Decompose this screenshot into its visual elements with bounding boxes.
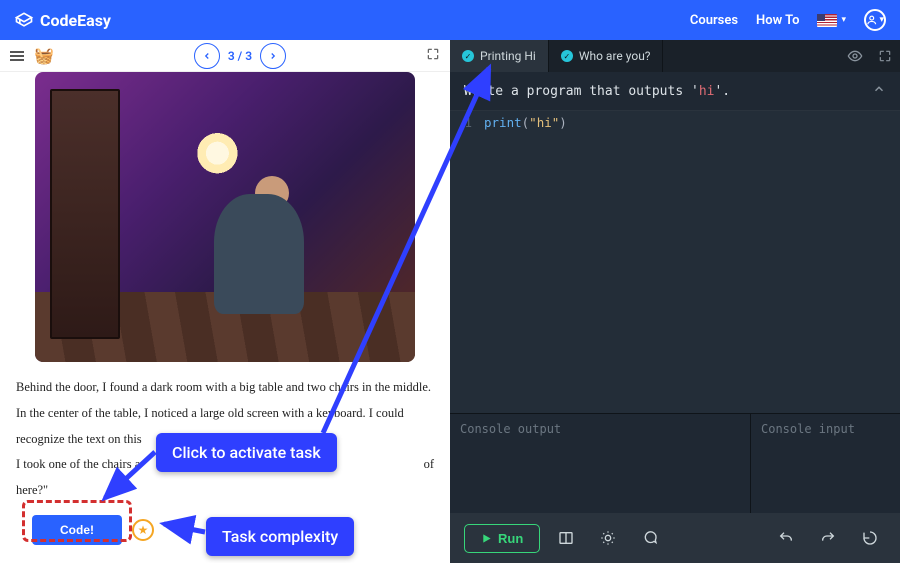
editor-toolbar: Run — [450, 513, 900, 563]
sun-icon — [600, 530, 616, 546]
fullscreen-button[interactable] — [426, 46, 440, 65]
flag-us-icon — [817, 14, 837, 27]
check-icon: ✓ — [561, 50, 573, 62]
task-tabs: ✓ Printing Hi ✓ Who are you? — [450, 40, 900, 72]
redo-icon — [820, 530, 836, 546]
columns-icon — [558, 530, 574, 546]
story-line: I took one of the chairs a — [16, 457, 140, 471]
run-button[interactable]: Run — [464, 524, 540, 553]
line-gutter: 1 — [450, 111, 480, 413]
run-label: Run — [498, 531, 523, 546]
console-row: Console output Console input — [450, 413, 900, 513]
basket-icon[interactable]: 🧺 — [34, 46, 54, 65]
layout-button[interactable] — [550, 522, 582, 554]
instruction-text: Write a program that outputs — [464, 84, 691, 99]
undo-icon — [778, 530, 794, 546]
reset-button[interactable] — [854, 522, 886, 554]
chevron-left-icon — [202, 51, 212, 61]
console-input[interactable]: Console input — [750, 414, 900, 513]
user-icon — [866, 14, 877, 26]
code-area[interactable]: print("hi") — [480, 111, 900, 413]
next-page-button[interactable] — [260, 43, 286, 69]
main-split: 🧺 3 / 3 Behind the door, I found a dark … — [0, 40, 900, 563]
expand-icon — [426, 47, 440, 61]
story-line: here?" — [16, 479, 434, 503]
difficulty-badge[interactable]: ★ — [132, 519, 154, 541]
logo-icon — [14, 10, 34, 30]
chevron-down-icon: ▾ — [879, 15, 884, 25]
annotation-callout-complexity: Task complexity — [206, 517, 354, 556]
expand-icon — [878, 49, 892, 63]
nav-howto[interactable]: How To — [756, 13, 799, 28]
top-nav: CodeEasy Courses How To ▾ ▾ — [0, 0, 900, 40]
code-editor[interactable]: 1 print("hi") — [450, 111, 900, 413]
console-input-label: Console input — [761, 422, 855, 436]
code-panel: ✓ Printing Hi ✓ Who are you? Write a pro… — [450, 40, 900, 563]
story-toolbar: 🧺 3 / 3 — [0, 40, 450, 72]
refresh-icon — [862, 530, 878, 546]
story-line: of — [424, 453, 434, 477]
console-output: Console output — [450, 414, 750, 513]
play-icon — [481, 533, 492, 544]
brand[interactable]: CodeEasy — [14, 10, 111, 30]
story-line: recognize the text on this — [16, 432, 142, 446]
account-menu[interactable]: ▾ — [864, 9, 886, 31]
page-indicator: 3 / 3 — [228, 49, 252, 63]
eye-icon — [847, 48, 863, 64]
menu-button[interactable] — [10, 49, 24, 63]
theme-button[interactable] — [592, 522, 624, 554]
story-line: In the center of the table, I noticed a … — [16, 402, 434, 426]
chevron-right-icon — [268, 51, 278, 61]
story-panel: 🧺 3 / 3 Behind the door, I found a dark … — [0, 40, 450, 563]
nav-courses[interactable]: Courses — [690, 13, 738, 28]
story-line: Behind the door, I found a dark room wit… — [16, 376, 434, 400]
annotation-callout-activate: Click to activate task — [156, 433, 337, 472]
prev-page-button[interactable] — [194, 43, 220, 69]
tab-printing-hi[interactable]: ✓ Printing Hi — [450, 40, 549, 72]
chat-button[interactable] — [634, 522, 666, 554]
tab-who-are-you[interactable]: ✓ Who are you? — [549, 40, 664, 72]
language-selector[interactable]: ▾ — [817, 14, 846, 27]
check-icon: ✓ — [462, 50, 474, 62]
console-output-label: Console output — [460, 422, 561, 436]
story-illustration — [35, 72, 415, 362]
brand-text: CodeEasy — [40, 11, 111, 30]
tab-label: Who are you? — [579, 49, 651, 63]
tab-label: Printing Hi — [480, 49, 536, 63]
collapse-instruction-button[interactable] — [872, 82, 886, 100]
redo-button[interactable] — [812, 522, 844, 554]
visibility-button[interactable] — [840, 40, 870, 72]
story-content: Behind the door, I found a dark room wit… — [0, 72, 450, 563]
instruction-literal: hi — [699, 84, 715, 99]
chevron-up-icon — [872, 82, 886, 96]
undo-button[interactable] — [770, 522, 802, 554]
task-instruction: Write a program that outputs 'hi'. — [450, 72, 900, 111]
chevron-down-icon: ▾ — [841, 15, 846, 25]
chat-icon — [642, 530, 658, 546]
code-button[interactable]: Code! — [32, 515, 122, 545]
fullscreen-editor-button[interactable] — [870, 40, 900, 72]
pager: 3 / 3 — [64, 43, 416, 69]
